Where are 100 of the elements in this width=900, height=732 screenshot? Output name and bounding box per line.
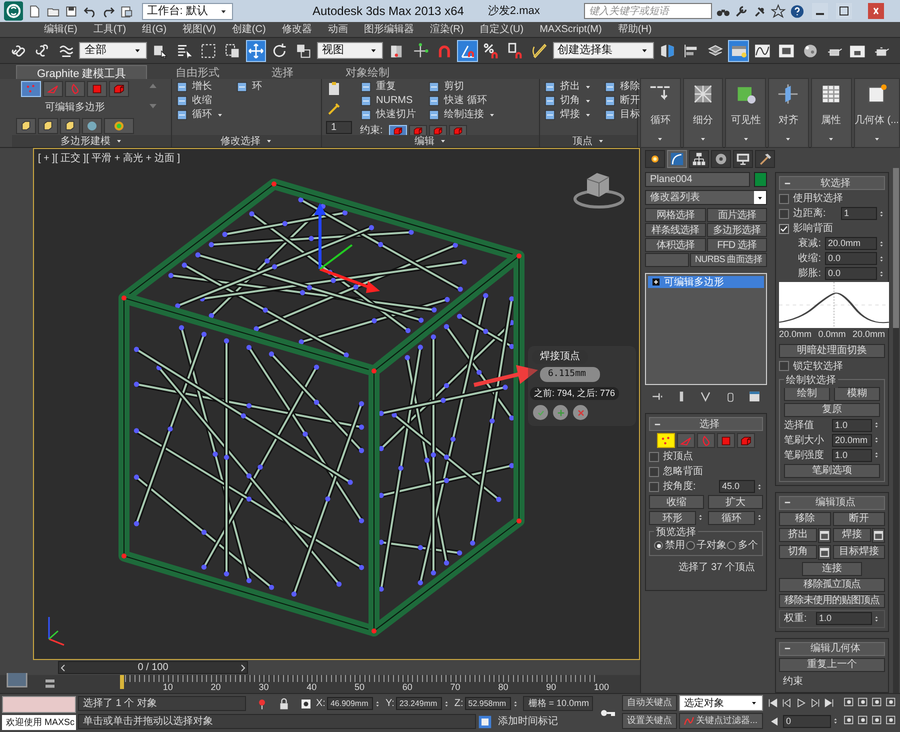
spinner-field[interactable]: 0	[783, 714, 831, 728]
menu-item[interactable]: MAXScript(M)	[540, 22, 602, 37]
viewport-label[interactable]: [ + ][ 正交 ][ 平滑 + 高光 + 边面 ]	[38, 151, 180, 166]
sphere-grid-button[interactable]	[82, 118, 102, 134]
tool-label[interactable]: 重复	[376, 81, 396, 93]
panel-button[interactable]: 笔刷选项	[784, 464, 880, 478]
tool-icon[interactable]	[236, 81, 248, 93]
radio-label[interactable]: 多个	[738, 538, 758, 553]
modifier-button[interactable]: 样条线选择	[645, 223, 706, 237]
menu-item[interactable]: 修改器	[282, 22, 312, 37]
caddy-value-field[interactable]: 6.115mm	[540, 367, 600, 382]
object-name-field[interactable]: Plane004	[645, 172, 750, 187]
time-tag-icon[interactable]	[478, 714, 492, 728]
listener-input-field[interactable]	[2, 696, 76, 713]
modify-tab[interactable]	[667, 150, 687, 168]
menu-item[interactable]: 创建(C)	[232, 22, 266, 37]
group-title[interactable]: 编辑	[414, 134, 434, 148]
weld-caddy-dialog[interactable]: 焊接顶点 6.115mm 之前: 794, 之后: 776	[528, 346, 636, 426]
wrench-icon[interactable]	[734, 4, 749, 18]
utilities-tab[interactable]	[755, 150, 775, 168]
time-marker[interactable]	[120, 675, 124, 689]
panel-button[interactable]: 连接	[802, 562, 862, 576]
tool-label[interactable]: 剪切	[444, 81, 464, 93]
apply-button[interactable]	[553, 405, 568, 420]
checkbox[interactable]	[779, 361, 789, 371]
fork-icon[interactable]	[699, 390, 712, 402]
star-icon[interactable]	[771, 4, 786, 18]
viewport[interactable]: [ + ][ 正交 ][ 平滑 + 高光 + 边面 ] 焊接顶点 6.115mm 之前: 794, 之后: 776	[33, 148, 640, 660]
ribbon-tab[interactable]: 自由形式	[151, 65, 244, 79]
rollout-header[interactable]: 编辑顶点	[779, 496, 885, 510]
cube-button[interactable]	[60, 118, 80, 134]
angle-magnet-button[interactable]	[457, 40, 478, 62]
spinner-field[interactable]: 46.909mm	[327, 697, 374, 710]
target-button[interactable]	[104, 118, 134, 134]
create-tab[interactable]	[645, 150, 665, 168]
tool-label[interactable]: 快速切片	[376, 109, 416, 121]
modifier-button[interactable]: 体积选择	[645, 238, 706, 252]
tool-icon[interactable]	[604, 109, 616, 121]
scale-icon[interactable]	[295, 42, 312, 60]
dashed-square-icon[interactable]	[200, 42, 217, 60]
prev-frame-icon[interactable]	[781, 697, 793, 709]
spinner-field[interactable]: 0.0	[825, 267, 877, 280]
frame-counter-bar[interactable]: 0 / 100	[58, 661, 248, 674]
radio-label[interactable]: 子对象	[696, 538, 726, 553]
go-start-icon[interactable]	[767, 697, 779, 709]
spinner-field[interactable]: 52.958mm	[465, 697, 512, 710]
square-button[interactable]	[87, 81, 107, 97]
curve-graph-icon[interactable]	[754, 42, 771, 60]
configure-icon[interactable]	[748, 390, 762, 402]
rollout-header[interactable]: 选择	[649, 417, 763, 431]
tool-label[interactable]: 增长	[192, 81, 212, 93]
modifier-button[interactable]: 面片选择	[706, 208, 767, 222]
time-tag-field[interactable]: 添加时间标记	[494, 714, 594, 729]
panel-button[interactable]: 移除未使用的贴图顶点	[779, 594, 885, 608]
lock-icon[interactable]	[278, 698, 290, 710]
checkbox-label[interactable]: 边距离:	[793, 206, 826, 221]
tool-label[interactable]: 循环	[192, 109, 212, 121]
square-button[interactable]	[717, 433, 735, 448]
radio-button[interactable]	[727, 541, 736, 550]
panel-button[interactable]: 复原	[784, 402, 880, 416]
menu-item[interactable]: 帮助(H)	[618, 22, 652, 37]
tool-label[interactable]: 切角	[560, 95, 580, 107]
tool-label[interactable]: 移除	[620, 81, 640, 93]
tool-label[interactable]: 环	[252, 81, 262, 93]
spinner-magnet-icon[interactable]	[506, 42, 524, 60]
key-filters-button[interactable]: 关键点过滤器...	[679, 713, 763, 729]
spinner-field[interactable]: 1.0	[832, 418, 872, 432]
transform-gizmo-drawing[interactable]	[314, 203, 380, 293]
panel-button[interactable]: 明暗处理面切换	[779, 344, 885, 358]
object-color-swatch[interactable]	[754, 172, 767, 187]
ribbon-panel-button[interactable]: 可见性	[725, 78, 766, 148]
modifier-button[interactable]: 多边形选择	[706, 223, 767, 237]
modifier-button[interactable]: FFD 选择	[706, 238, 767, 252]
tool-label[interactable]: 绘制连接	[444, 109, 484, 121]
triangle-outline-button[interactable]	[43, 81, 63, 97]
radio-label[interactable]: 禁用	[665, 538, 685, 553]
help-icon[interactable]	[790, 4, 804, 18]
tool-label[interactable]: 目标	[620, 109, 640, 121]
ribbon-panel-button[interactable]: 几何体 (...	[854, 78, 900, 148]
panel-button[interactable]: 切角	[779, 544, 817, 558]
ribbon-panel-button[interactable]: 循环	[640, 78, 681, 148]
hierarchy-tab[interactable]	[689, 150, 709, 168]
rollout-header[interactable]: 软选择	[779, 176, 885, 190]
panel-button[interactable]: 扩大	[708, 495, 763, 509]
spinner-field[interactable]: 45.0	[719, 480, 755, 493]
tool-label[interactable]: 断开	[620, 95, 640, 107]
ok-button[interactable]	[533, 405, 548, 420]
tool-icon[interactable]	[428, 81, 440, 93]
set-key-button[interactable]: 设置关键点	[622, 713, 677, 729]
vertex-dots-button[interactable]	[657, 433, 675, 448]
panel-button[interactable]: 目标焊接	[833, 544, 885, 558]
paint-brush-icon[interactable]	[326, 101, 342, 117]
spinner-field[interactable]: 20.0mm	[825, 237, 877, 250]
tool-label[interactable]: 收缩	[192, 95, 212, 107]
tool-icon[interactable]	[176, 81, 188, 93]
panel-button[interactable]: 移除孤立顶点	[779, 578, 885, 592]
menu-item[interactable]: 渲染(R)	[430, 22, 464, 37]
save-icon[interactable]	[64, 4, 78, 18]
new-file-icon[interactable]	[27, 4, 42, 18]
schematic-icon[interactable]	[778, 42, 795, 60]
